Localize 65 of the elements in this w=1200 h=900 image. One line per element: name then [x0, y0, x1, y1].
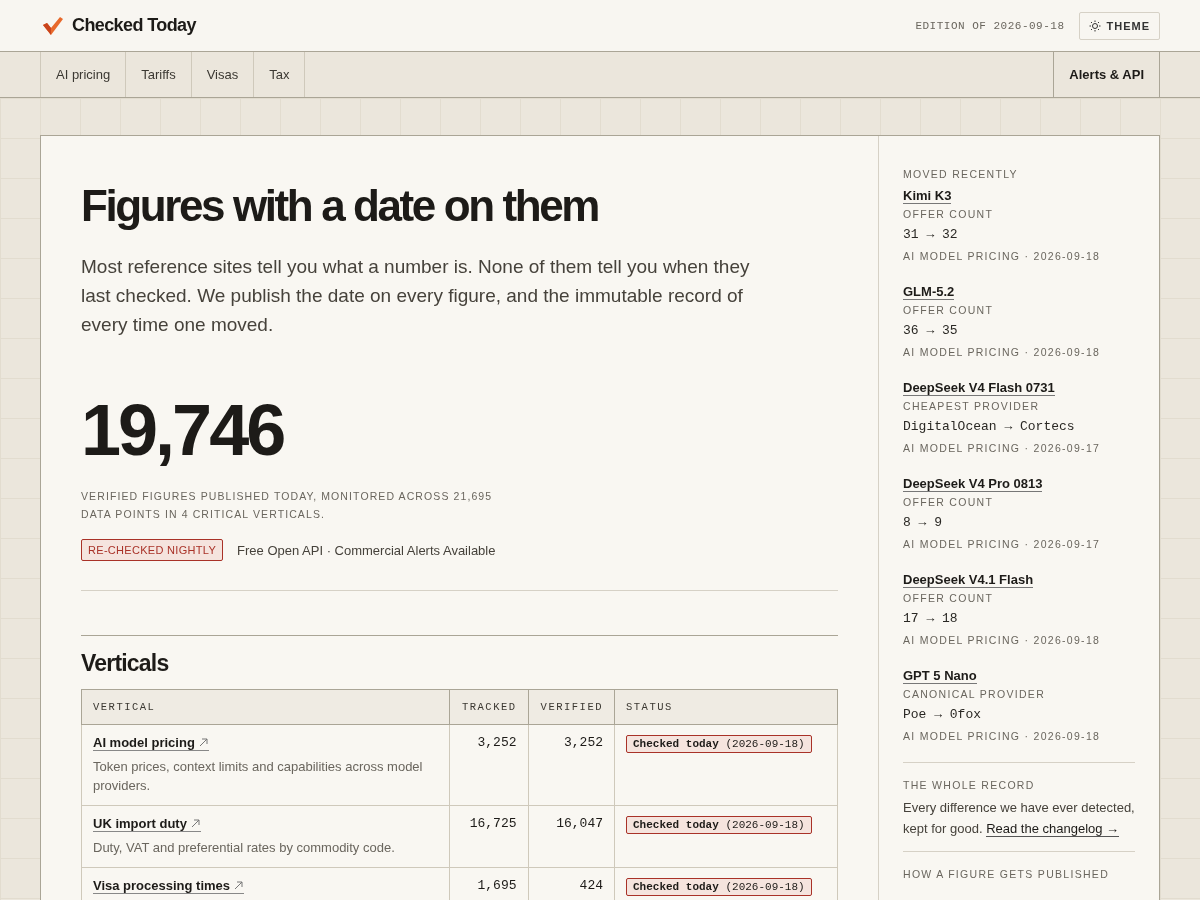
- sidebar-heading: MOVED RECENTLY: [903, 167, 1019, 182]
- field-label: CANONICAL PROVIDER: [903, 687, 1047, 702]
- model-link[interactable]: DeepSeek V4.1 Flash: [903, 572, 1034, 588]
- field-label: OFFER COUNT: [903, 207, 995, 222]
- column-header: VERIFIED: [528, 689, 615, 725]
- vertical-link[interactable]: UK import duty: [93, 816, 191, 832]
- nav-tab[interactable]: Alerts & API: [1053, 52, 1160, 97]
- vertical-description: Duty, VAT and preferential rates by commodity code.: [93, 839, 396, 857]
- figure-caption: VERIFIED FIGURES PUBLISHED TODAY, MONITORED ACROSS 21,695 DATA POINTS IN 4 CRITICAL VERTICALS.: [81, 489, 494, 522]
- sidebar-heading: HOW A FIGURE GETS PUBLISHED: [903, 867, 1111, 882]
- page-title: Figures with a date on them: [81, 180, 600, 232]
- check-logo-icon: [42, 15, 64, 36]
- change-meta: AI MODEL PRICING · 2026-09-18: [903, 633, 1102, 648]
- value-change: 36 → 35: [903, 322, 959, 340]
- nightly-badge: RE-CHECKED NIGHTLY: [81, 539, 224, 561]
- table-cell: 3,252: [449, 724, 529, 806]
- model-link[interactable]: DeepSeek V4 Pro 0813: [903, 476, 1043, 492]
- nav-tab[interactable]: Tax: [254, 52, 306, 97]
- sidebar-heading: THE WHOLE RECORD: [903, 778, 1036, 793]
- changelog-link[interactable]: Read the changelog →: [986, 821, 1120, 837]
- field-label: CHEAPEST PROVIDER: [903, 399, 1041, 414]
- brand-name[interactable]: Checked Today: [72, 15, 196, 36]
- figure-count: 19,746: [81, 389, 285, 472]
- change-meta: AI MODEL PRICING · 2026-09-18: [903, 249, 1102, 264]
- theme-button[interactable]: THEME: [1078, 11, 1160, 40]
- intro-paragraph: Most reference sites tell you what a number is. None of them tell you when they last checked. We publish the date on every figure, and the immutable record of every time one moved.: [81, 255, 751, 337]
- field-label: OFFER COUNT: [903, 495, 995, 510]
- api-note: Free Open API · Commercial Alerts Available: [237, 542, 496, 558]
- nav-tab[interactable]: Visas: [191, 52, 255, 97]
- field-label: OFFER COUNT: [903, 591, 995, 606]
- external-link-icon[interactable]: [198, 738, 208, 747]
- table-cell: 3,252: [528, 724, 615, 806]
- change-meta: AI MODEL PRICING · 2026-09-18: [903, 729, 1102, 744]
- nav-tab[interactable]: Tariffs: [126, 52, 192, 97]
- column-header: TRACKED: [449, 689, 529, 725]
- edition-date: EDITION OF 2026-09-18: [915, 19, 1065, 32]
- value-change: 17 → 18: [903, 610, 959, 628]
- value-change: DigitalOcean → Cortecs: [903, 418, 1076, 436]
- external-link-icon[interactable]: [234, 881, 244, 890]
- vertical-description: Token prices, context limits and capabilities across model providers.: [93, 758, 424, 795]
- model-link[interactable]: GLM-5.2: [903, 284, 955, 300]
- record-text: Every difference we have ever detected, kept for good. Read the changelog →: [903, 799, 1135, 839]
- field-label: OFFER COUNT: [903, 303, 995, 318]
- status-badge: Checked today (2026-09-18): [626, 816, 812, 834]
- change-meta: AI MODEL PRICING · 2026-09-18: [903, 345, 1102, 360]
- column-header: VERTICAL: [81, 689, 450, 725]
- section-title: Verticals: [81, 635, 838, 677]
- status-badge: Checked today (2026-09-18): [626, 878, 812, 896]
- vertical-link[interactable]: AI model pricing: [93, 735, 199, 751]
- value-change: 31 → 32: [903, 226, 959, 244]
- nav-tab[interactable]: AI pricing: [41, 52, 127, 97]
- model-link[interactable]: Kimi K3: [903, 188, 952, 204]
- column-header: STATUS: [614, 689, 838, 725]
- sun-icon: [1088, 19, 1101, 32]
- model-link[interactable]: GPT 5 Nano: [903, 668, 977, 684]
- vertical-link[interactable]: Visa processing times: [93, 878, 235, 894]
- change-meta: AI MODEL PRICING · 2026-09-17: [903, 537, 1102, 552]
- model-link[interactable]: DeepSeek V4 Flash 0731: [903, 380, 1055, 396]
- status-badge: Checked today (2026-09-18): [626, 735, 812, 753]
- table-cell: 16,725: [449, 805, 529, 868]
- external-link-icon[interactable]: [190, 819, 200, 828]
- table-cell: 16,047: [528, 805, 615, 868]
- value-change: 8 → 9: [903, 514, 943, 532]
- change-meta: AI MODEL PRICING · 2026-09-17: [903, 441, 1102, 456]
- value-change: Poe → 0fox: [903, 706, 982, 724]
